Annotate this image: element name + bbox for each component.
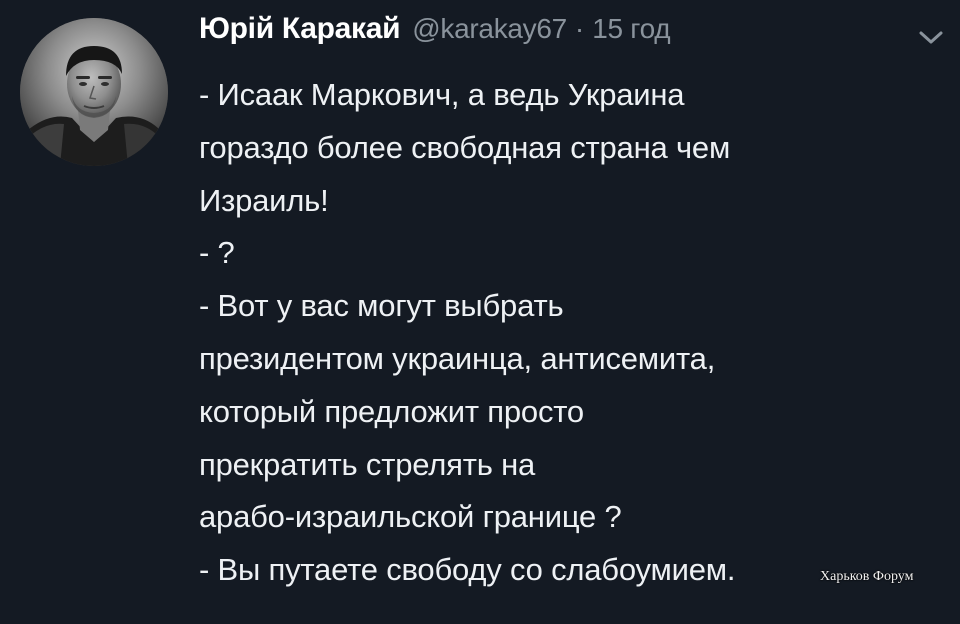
tweet-text-line: - ? — [199, 235, 235, 271]
avatar[interactable] — [20, 18, 168, 166]
author-name[interactable]: Юрій Каракай — [199, 12, 401, 46]
author-handle[interactable]: @karakay67 — [412, 13, 567, 45]
tweet-text-line: Израиль! — [199, 182, 329, 218]
separator-dot: · — [574, 13, 585, 44]
avatar-photo — [20, 18, 168, 166]
tweet-text: - Исаак Маркович, а ведь Украина гораздо… — [199, 69, 939, 597]
tweet-header: Юрій Каракай @karakay67 · 15 год — [199, 12, 671, 56]
tweet-text-line: который предложит просто — [199, 393, 584, 429]
chevron-down-icon[interactable] — [918, 30, 944, 46]
tweet: Юрій Каракай @karakay67 · 15 год - Исаак… — [0, 0, 960, 624]
tweet-timestamp[interactable]: 15 год — [592, 13, 670, 45]
tweet-text-line: прекратить стрелять на — [199, 446, 536, 482]
tweet-text-line: гораздо более свободная страна чем — [199, 129, 731, 165]
tweet-text-line: - Исаак Маркович, а ведь Украина — [199, 77, 685, 112]
tweet-text-line: арабо-израильской границе ? — [199, 499, 622, 535]
tweet-text-line: - Вот у вас могут выбрать — [199, 288, 564, 324]
tweet-text-line: президентом украинца, антисемита, — [199, 340, 716, 376]
watermark: Харьков Форум — [820, 569, 914, 584]
